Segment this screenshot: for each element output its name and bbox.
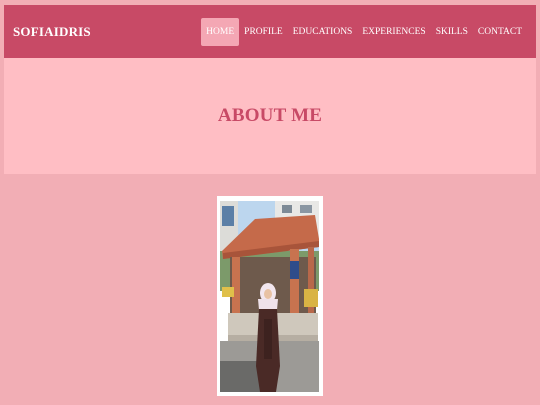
section-title: ABOUT ME — [217, 105, 323, 126]
profile-photo-frame — [217, 196, 323, 396]
main-nav: HOME PROFILE EDUCATIONS EXPERIENCES SKIL… — [201, 17, 527, 46]
nav-item-contact[interactable]: CONTACT — [473, 19, 527, 45]
nav-item-educations[interactable]: EDUCATIONS — [288, 19, 358, 45]
nav-item-skills[interactable]: SKILLS — [431, 19, 473, 45]
top-navbar: SOFIAIDRIS HOME PROFILE EDUCATIONS EXPER… — [4, 5, 536, 58]
profile-photo — [220, 201, 319, 392]
about-hero-banner: ABOUT ME — [4, 58, 536, 174]
brand-logo-text[interactable]: SOFIAIDRIS — [13, 24, 91, 40]
nav-item-experiences[interactable]: EXPERIENCES — [357, 19, 430, 45]
nav-item-home[interactable]: HOME — [201, 17, 240, 46]
page: SOFIAIDRIS HOME PROFILE EDUCATIONS EXPER… — [0, 0, 540, 405]
nav-item-profile[interactable]: PROFILE — [239, 19, 288, 45]
